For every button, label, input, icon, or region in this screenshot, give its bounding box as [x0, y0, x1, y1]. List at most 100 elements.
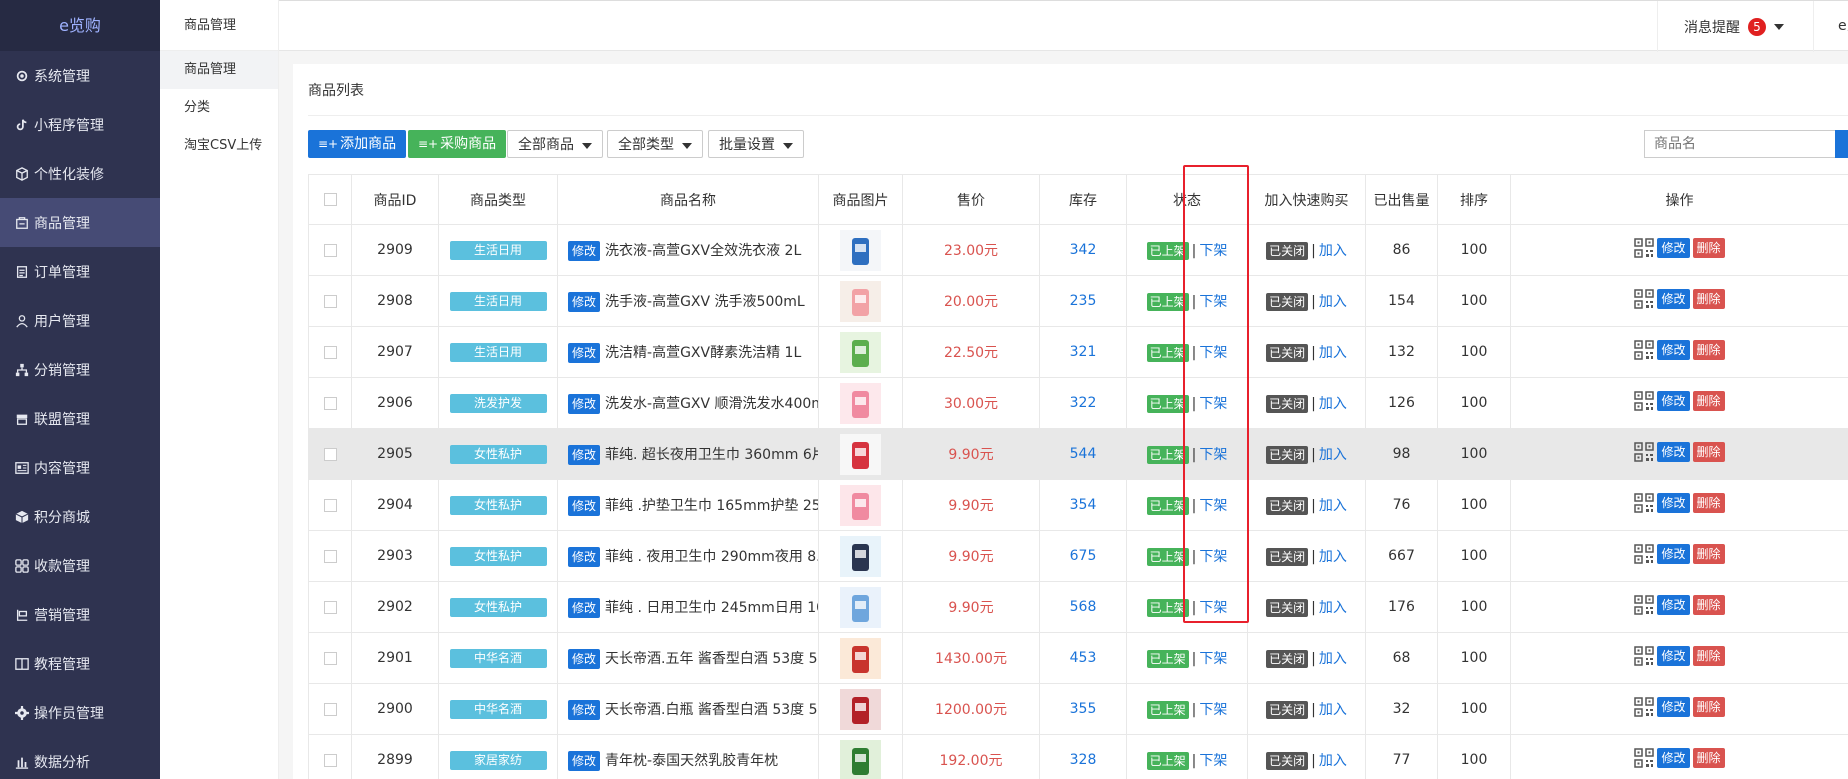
goods-stock[interactable]: 675: [1039, 530, 1127, 582]
table-row[interactable]: 2904 女性私护 修改 菲纯 .护垫卫生巾 165mm护垫 25... 9.90元 35…: [308, 479, 1848, 531]
row-checkbox[interactable]: [323, 600, 337, 614]
qr-code-icon[interactable]: [1634, 646, 1655, 666]
goods-stock[interactable]: 453: [1039, 632, 1127, 684]
delete-goods-button[interactable]: 删除: [1692, 238, 1725, 258]
sidebar-item-5[interactable]: 订单管理: [0, 247, 160, 296]
table-row[interactable]: 2906 洗发护发 修改 洗发水-高萱GXV 顺滑洗发水400mL 30.00元 322 已…: [308, 377, 1848, 429]
qr-code-icon[interactable]: [1634, 697, 1655, 717]
search-button[interactable]: [1835, 130, 1848, 158]
edit-name-button[interactable]: 修改: [568, 750, 601, 771]
sidebar-item-15[interactable]: 数据分析: [0, 737, 160, 779]
join-quick-buy-link[interactable]: 加入: [1319, 702, 1347, 718]
delete-goods-button[interactable]: 删除: [1692, 340, 1725, 360]
edit-goods-button[interactable]: 修改: [1657, 442, 1690, 462]
goods-stock[interactable]: 235: [1039, 275, 1127, 327]
take-off-shelf-link[interactable]: 下架: [1199, 447, 1227, 463]
edit-name-button[interactable]: 修改: [568, 597, 601, 618]
take-off-shelf-link[interactable]: 下架: [1199, 243, 1227, 259]
sidebar-item-6[interactable]: 用户管理: [0, 296, 160, 345]
take-off-shelf-link[interactable]: 下架: [1199, 549, 1227, 565]
sidebar-item-14[interactable]: 操作员管理: [0, 688, 160, 737]
take-off-shelf-link[interactable]: 下架: [1199, 396, 1227, 412]
row-select-cell[interactable]: [308, 530, 352, 582]
search-input[interactable]: [1644, 130, 1835, 158]
edit-goods-button[interactable]: 修改: [1657, 697, 1690, 717]
row-select-cell[interactable]: [308, 224, 352, 276]
table-row[interactable]: 2908 生活日用 修改 洗手液-高萱GXV 洗手液500mL 20.00元 235 已上架…: [308, 275, 1848, 327]
goods-stock[interactable]: 544: [1039, 428, 1127, 480]
table-row[interactable]: 2901 中华名酒 修改 天长帝酒.五年 酱香型白酒 53度 5... 1430.00元…: [308, 632, 1848, 684]
sidebar-item-9[interactable]: 内容管理: [0, 443, 160, 492]
edit-goods-button[interactable]: 修改: [1657, 238, 1690, 258]
join-quick-buy-link[interactable]: 加入: [1319, 753, 1347, 769]
row-checkbox[interactable]: [323, 447, 337, 461]
row-checkbox[interactable]: [323, 396, 337, 410]
qr-code-icon[interactable]: [1634, 748, 1655, 768]
take-off-shelf-link[interactable]: 下架: [1199, 600, 1227, 616]
edit-goods-button[interactable]: 修改: [1657, 748, 1690, 768]
goods-stock[interactable]: 328: [1039, 734, 1127, 779]
row-select-cell[interactable]: [308, 632, 352, 684]
join-quick-buy-link[interactable]: 加入: [1319, 243, 1347, 259]
edit-name-button[interactable]: 修改: [568, 699, 601, 720]
goods-thumbnail[interactable]: [840, 484, 881, 526]
qr-code-icon[interactable]: [1634, 442, 1655, 462]
take-off-shelf-link[interactable]: 下架: [1199, 345, 1227, 361]
join-quick-buy-link[interactable]: 加入: [1319, 498, 1347, 514]
take-off-shelf-link[interactable]: 下架: [1199, 498, 1227, 514]
edit-name-button[interactable]: 修改: [568, 342, 601, 363]
purchase-goods-button[interactable]: ≡+ 采购商品: [408, 130, 507, 158]
message-notification[interactable]: 消息提醒 5: [1657, 1, 1813, 52]
delete-goods-button[interactable]: 删除: [1692, 748, 1725, 768]
delete-goods-button[interactable]: 删除: [1692, 442, 1725, 462]
edit-name-button[interactable]: 修改: [568, 393, 601, 414]
take-off-shelf-link[interactable]: 下架: [1199, 651, 1227, 667]
edit-goods-button[interactable]: 修改: [1657, 391, 1690, 411]
edit-name-button[interactable]: 修改: [568, 648, 601, 669]
table-row[interactable]: 2905 女性私护 修改 菲纯. 超长夜用卫生巾 360mm 6片... 9.90元 54…: [308, 428, 1848, 480]
sidebar-item-1[interactable]: 系统管理: [0, 51, 160, 100]
row-select-cell[interactable]: [308, 734, 352, 779]
subnav-item-category[interactable]: 分类: [160, 89, 278, 127]
goods-thumbnail[interactable]: [840, 331, 881, 373]
add-goods-button[interactable]: ≡+ 添加商品: [308, 130, 407, 158]
subnav-item-goods[interactable]: 商品管理: [160, 51, 278, 89]
goods-thumbnail[interactable]: [840, 739, 881, 779]
edit-goods-button[interactable]: 修改: [1657, 340, 1690, 360]
delete-goods-button[interactable]: 删除: [1692, 595, 1725, 615]
row-select-cell[interactable]: [308, 428, 352, 480]
goods-thumbnail[interactable]: [840, 535, 881, 577]
table-row[interactable]: 2903 女性私护 修改 菲纯 . 夜用卫生巾 290mm夜用 8... 9.90元 67…: [308, 530, 1848, 582]
join-quick-buy-link[interactable]: 加入: [1319, 396, 1347, 412]
sidebar-item-11[interactable]: 收款管理: [0, 541, 160, 590]
sidebar-item-7[interactable]: 分销管理: [0, 345, 160, 394]
sidebar-item-10[interactable]: 积分商城: [0, 492, 160, 541]
join-quick-buy-link[interactable]: 加入: [1319, 600, 1347, 616]
row-checkbox[interactable]: [323, 549, 337, 563]
take-off-shelf-link[interactable]: 下架: [1199, 753, 1227, 769]
sidebar-item-2[interactable]: 小程序管理: [0, 100, 160, 149]
goods-thumbnail[interactable]: [840, 688, 881, 730]
sidebar-item-4[interactable]: 商品管理: [0, 198, 160, 247]
table-row[interactable]: 2899 家居家纺 修改 青年枕-泰国天然乳胶青年枕 192.00元 328 已上架 | 下架已…: [308, 734, 1848, 779]
goods-thumbnail[interactable]: [840, 433, 881, 475]
row-checkbox[interactable]: [323, 651, 337, 665]
row-checkbox[interactable]: [323, 345, 337, 359]
goods-stock[interactable]: 322: [1039, 377, 1127, 429]
edit-goods-button[interactable]: 修改: [1657, 544, 1690, 564]
row-select-cell[interactable]: [308, 683, 352, 735]
select-all-cell[interactable]: [308, 174, 352, 225]
sidebar-item-13[interactable]: 教程管理: [0, 639, 160, 688]
join-quick-buy-link[interactable]: 加入: [1319, 549, 1347, 565]
delete-goods-button[interactable]: 删除: [1692, 493, 1725, 513]
qr-code-icon[interactable]: [1634, 289, 1655, 309]
user-menu[interactable]: e览: [1813, 1, 1848, 52]
edit-name-button[interactable]: 修改: [568, 495, 601, 516]
goods-stock[interactable]: 342: [1039, 224, 1127, 276]
goods-thumbnail[interactable]: [840, 637, 881, 679]
edit-name-button[interactable]: 修改: [568, 240, 601, 261]
goods-stock[interactable]: 355: [1039, 683, 1127, 735]
qr-code-icon[interactable]: [1634, 391, 1655, 411]
edit-name-button[interactable]: 修改: [568, 444, 601, 465]
sidebar-item-8[interactable]: 联盟管理: [0, 394, 160, 443]
